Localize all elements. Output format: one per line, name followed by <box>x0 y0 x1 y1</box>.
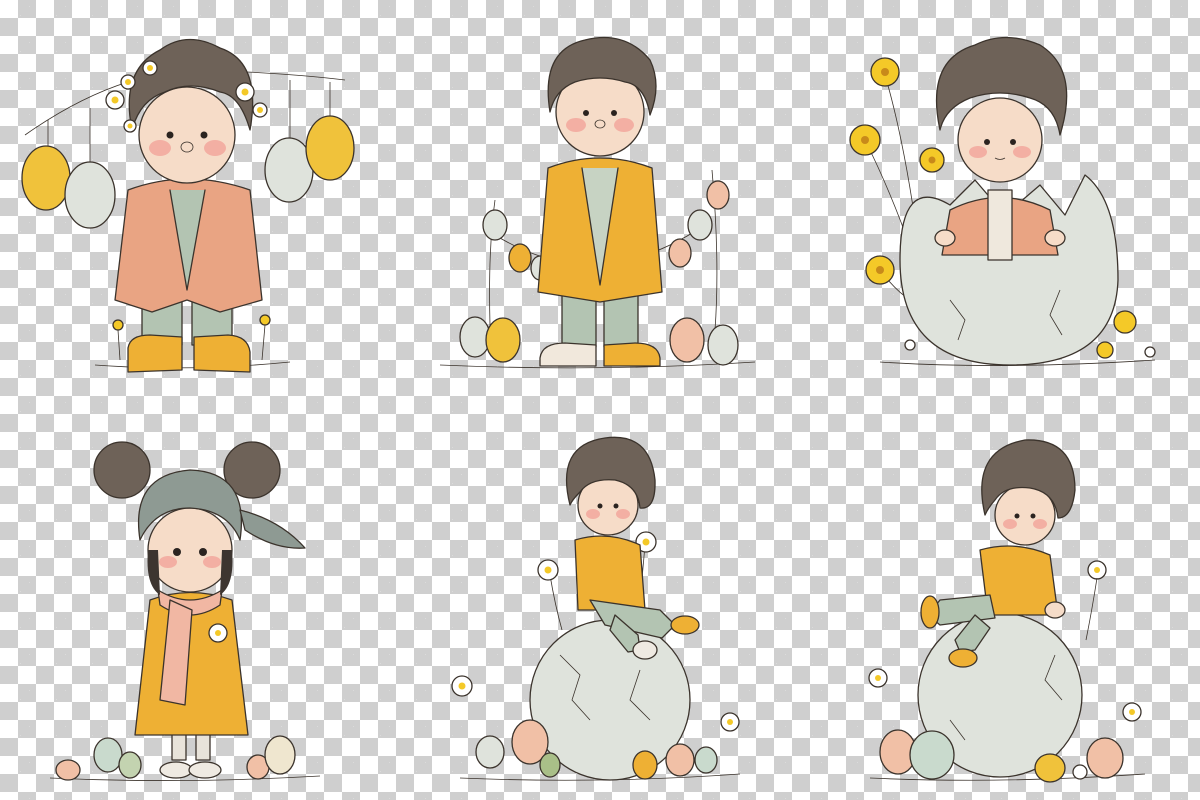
perched-on-egg-child-drawing <box>868 439 1146 783</box>
illustration-4 <box>0 400 400 800</box>
hanging-egg-white-1 <box>64 161 116 229</box>
child-face <box>147 507 233 593</box>
headscarf-girl-drawing <box>49 441 321 781</box>
illustration-5 <box>400 400 800 800</box>
child-face <box>138 86 236 184</box>
illustration-2 <box>400 0 800 400</box>
child-face <box>957 97 1043 183</box>
mustard-coat-child-drawing <box>439 36 756 369</box>
illustration-6 <box>800 400 1200 800</box>
hatching-child-drawing <box>849 36 1156 366</box>
illustration-3 <box>800 0 1200 400</box>
clipart-sheet <box>0 0 1200 800</box>
flower-crown-child-drawing <box>21 38 355 373</box>
sitting-on-egg-child-drawing <box>451 436 741 781</box>
hanging-egg-yellow-2 <box>305 115 355 181</box>
hanging-egg-yellow-1 <box>21 145 71 211</box>
illustration-1 <box>0 0 400 400</box>
